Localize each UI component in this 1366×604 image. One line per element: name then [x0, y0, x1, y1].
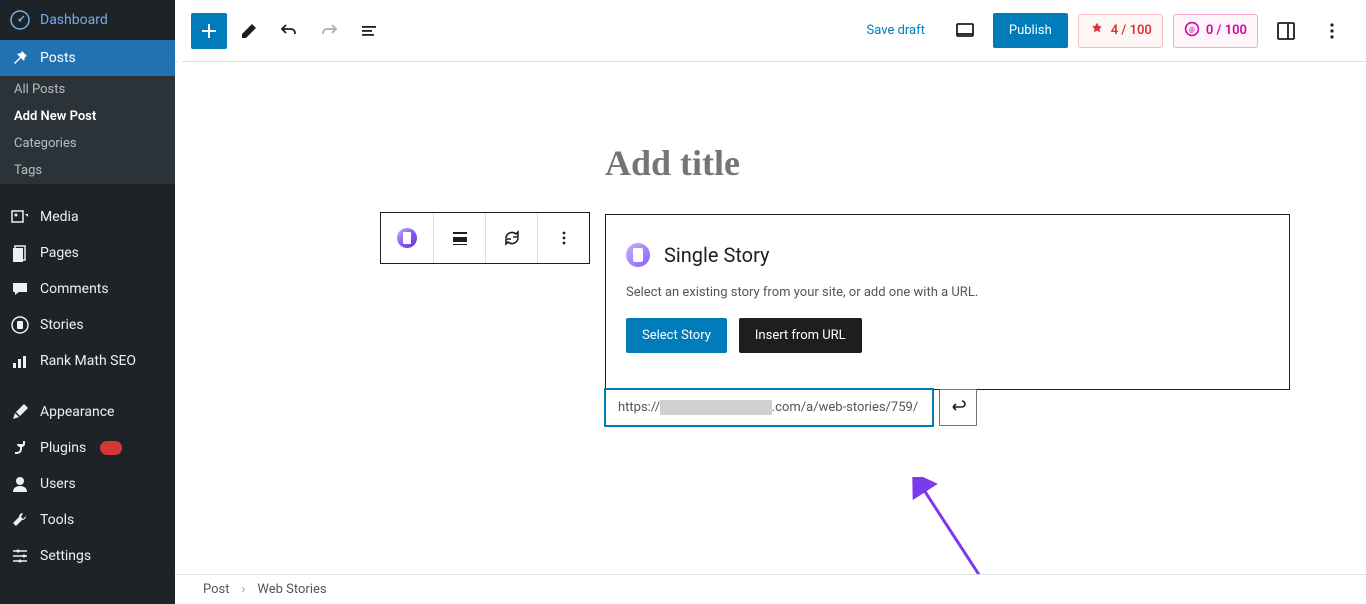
settings-panel-toggle[interactable] — [1268, 13, 1304, 49]
svg-text:@: @ — [1189, 25, 1195, 33]
chevron-right-icon: › — [242, 582, 246, 597]
sidebar-item-users[interactable]: Users — [0, 466, 175, 502]
single-story-block[interactable]: Single Story Select an existing story fr… — [605, 214, 1290, 390]
insert-from-url-button[interactable]: Insert from URL — [739, 318, 862, 353]
sidebar-label: Stories — [40, 317, 84, 333]
user-icon — [10, 474, 30, 494]
wrench-icon — [10, 510, 30, 530]
url-input-row: https://xxxxxxxx.com/a/web-stories/759/ — [605, 389, 977, 426]
save-draft-button[interactable]: Save draft — [855, 15, 937, 46]
masked-domain: xxxxxxxx — [660, 400, 772, 415]
sidebar-label: Tools — [40, 512, 74, 528]
sidebar-item-tools[interactable]: Tools — [0, 502, 175, 538]
sidebar-item-plugins[interactable]: Plugins — [0, 430, 175, 466]
select-story-button[interactable]: Select Story — [626, 318, 727, 353]
sidebar-label: Rank Math SEO — [40, 353, 136, 369]
plug-icon — [10, 438, 30, 458]
sidebar-item-media[interactable]: Media — [0, 199, 175, 235]
comment-icon — [10, 279, 30, 299]
document-outline-button[interactable] — [351, 13, 387, 49]
admin-sidebar: Dashboard Posts All Posts Add New Post C… — [0, 0, 175, 604]
seo-score-1[interactable]: 4 / 100 — [1078, 14, 1163, 48]
sidebar-label: Plugins — [40, 440, 86, 456]
sidebar-sub-categories[interactable]: Categories — [0, 130, 175, 157]
add-block-button[interactable] — [191, 13, 227, 49]
seo-score-icon-2: @ — [1184, 21, 1200, 41]
pages-icon — [10, 243, 30, 263]
breadcrumb-root[interactable]: Post — [203, 582, 230, 597]
chart-icon — [10, 351, 30, 371]
single-story-block-icon — [397, 228, 417, 248]
sidebar-item-settings[interactable]: Settings — [0, 538, 175, 574]
undo-button[interactable] — [271, 13, 307, 49]
stories-icon — [10, 315, 30, 335]
sidebar-label: Media — [40, 209, 79, 225]
block-toolbar — [380, 212, 590, 264]
sidebar-item-appearance[interactable]: Appearance — [0, 394, 175, 430]
redo-button[interactable] — [311, 13, 347, 49]
align-button[interactable] — [433, 213, 485, 263]
post-title-input[interactable]: Add title — [605, 122, 1290, 214]
update-badge — [100, 441, 122, 455]
annotation-arrow — [907, 477, 1007, 574]
sidebar-item-rankmath[interactable]: Rank Math SEO — [0, 343, 175, 379]
sidebar-label: Comments — [40, 281, 109, 297]
sidebar-label: Users — [40, 476, 76, 492]
options-menu-button[interactable] — [1314, 13, 1350, 49]
editor-toolbar: Save draft Publish 4 / 100 @ 0 / 100 — [175, 0, 1366, 62]
block-description: Select an existing story from your site,… — [626, 285, 1269, 300]
sidebar-label: Pages — [40, 245, 79, 261]
sliders-icon — [10, 546, 30, 566]
sidebar-item-dashboard[interactable]: Dashboard — [0, 0, 175, 40]
replace-button[interactable] — [485, 213, 537, 263]
seo-score-icon-1 — [1089, 21, 1105, 41]
sidebar-label: Settings — [40, 548, 91, 564]
sidebar-sub-all-posts[interactable]: All Posts — [0, 76, 175, 103]
sidebar-label: Appearance — [40, 404, 114, 420]
url-submit-button[interactable] — [939, 389, 977, 426]
block-title: Single Story — [664, 243, 770, 267]
sidebar-sub-tags[interactable]: Tags — [0, 157, 175, 184]
block-type-button[interactable] — [381, 213, 433, 263]
sidebar-sub-add-new[interactable]: Add New Post — [0, 103, 175, 130]
brush-icon — [10, 402, 30, 422]
sidebar-item-pages[interactable]: Pages — [0, 235, 175, 271]
sidebar-item-posts[interactable]: Posts — [0, 40, 175, 76]
edit-mode-button[interactable] — [231, 13, 267, 49]
sidebar-label: Dashboard — [40, 12, 108, 28]
sidebar-item-comments[interactable]: Comments — [0, 271, 175, 307]
block-breadcrumb: Post › Web Stories — [175, 574, 1366, 604]
block-options-button[interactable] — [537, 213, 589, 263]
sidebar-label: Posts — [40, 50, 76, 66]
story-url-input[interactable]: https://xxxxxxxx.com/a/web-stories/759/ — [605, 389, 933, 426]
media-icon — [10, 207, 30, 227]
pin-icon — [10, 48, 30, 68]
dashboard-icon — [10, 10, 30, 30]
preview-button[interactable] — [947, 13, 983, 49]
editor-main: Save draft Publish 4 / 100 @ 0 / 100 — [175, 0, 1366, 604]
editor-canvas: Add title Single Story Select an existin… — [175, 62, 1366, 574]
seo-score-2[interactable]: @ 0 / 100 — [1173, 14, 1258, 48]
sidebar-item-stories[interactable]: Stories — [0, 307, 175, 343]
breadcrumb-current[interactable]: Web Stories — [257, 582, 326, 597]
single-story-icon — [626, 243, 650, 267]
publish-button[interactable]: Publish — [993, 13, 1068, 48]
